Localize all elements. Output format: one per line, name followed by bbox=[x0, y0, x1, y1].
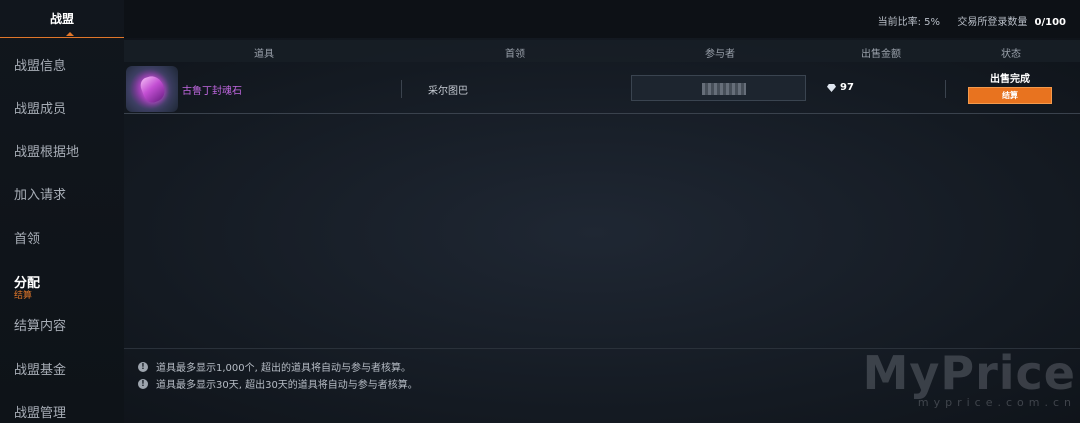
exchange-count: 交易所登录数量 0/100 bbox=[957, 13, 1066, 28]
table-header: 道具 首领 参与者 出售金额 状态 bbox=[124, 40, 1080, 62]
cell-divider bbox=[401, 80, 402, 98]
note-text: 道具最多显示1,000个, 超出的道具将自动与参与者核算。 bbox=[156, 363, 411, 374]
column-participant: 参与者 bbox=[705, 49, 735, 60]
sidebar-item-distribution-sub[interactable]: 结算 bbox=[14, 288, 32, 301]
column-item: 道具 bbox=[254, 49, 274, 60]
sale-price: 97 bbox=[840, 82, 854, 93]
column-leader: 首领 bbox=[505, 49, 525, 60]
note-item-limit: ! 道具最多显示1,000个, 超出的道具将自动与参与者核算。 bbox=[138, 359, 411, 374]
status-text: 出售完成 bbox=[990, 74, 1030, 85]
sidebar-item-management[interactable]: 战盟管理 bbox=[14, 402, 66, 421]
watermark: MyPrice myprice.com.cn bbox=[863, 350, 1076, 409]
note-day-limit: ! 道具最多显示30天, 超出30天的道具将自动与参与者核算。 bbox=[138, 376, 418, 391]
blurred-participant-name bbox=[702, 83, 746, 95]
settle-button[interactable]: 结算 bbox=[968, 87, 1052, 104]
column-price: 出售金额 bbox=[861, 49, 901, 60]
column-status: 状态 bbox=[1001, 49, 1021, 60]
tab-indicator bbox=[66, 32, 74, 36]
sidebar-item-members[interactable]: 战盟成员 bbox=[14, 98, 66, 117]
tab-alliance[interactable]: 战盟 bbox=[0, 0, 124, 38]
current-rate: 当前比率: 5% bbox=[877, 17, 940, 28]
top-bar: 当前比率: 5% 交易所登录数量 0/100 bbox=[124, 0, 1080, 38]
exchange-count-value: 0/100 bbox=[1034, 17, 1066, 28]
note-text: 道具最多显示30天, 超出30天的道具将自动与参与者核算。 bbox=[156, 380, 418, 391]
participant-field[interactable] bbox=[631, 75, 806, 101]
cell-divider bbox=[945, 80, 946, 98]
diamond-icon bbox=[827, 84, 836, 92]
sidebar-item-alliance-info[interactable]: 战盟信息 bbox=[14, 55, 66, 74]
table-row[interactable]: 古鲁丁封魂石 采尔图巴 97 出售完成 结算 bbox=[124, 64, 1080, 114]
sidebar-item-settlement-content[interactable]: 结算内容 bbox=[14, 315, 66, 334]
sidebar-item-join-requests[interactable]: 加入请求 bbox=[14, 184, 66, 203]
tab-alliance-label: 战盟 bbox=[49, 12, 74, 26]
sidebar: 战盟 战盟信息 战盟成员 战盟根据地 加入请求 首领 分配 结算 结算内容 战盟… bbox=[0, 0, 124, 423]
sidebar-item-fund[interactable]: 战盟基金 bbox=[14, 359, 66, 378]
exchange-count-label: 交易所登录数量 bbox=[957, 17, 1028, 28]
sidebar-item-base[interactable]: 战盟根据地 bbox=[14, 141, 79, 160]
sidebar-item-boss[interactable]: 首领 bbox=[14, 228, 40, 247]
item-name[interactable]: 古鲁丁封魂石 bbox=[182, 82, 242, 97]
purple-gem-icon[interactable] bbox=[126, 66, 178, 112]
watermark-logo: MyPrice bbox=[862, 346, 1076, 400]
leader-name: 采尔图巴 bbox=[428, 86, 468, 97]
exclamation-icon: ! bbox=[138, 378, 148, 389]
gem-shape bbox=[138, 73, 168, 105]
exclamation-icon: ! bbox=[138, 361, 148, 372]
